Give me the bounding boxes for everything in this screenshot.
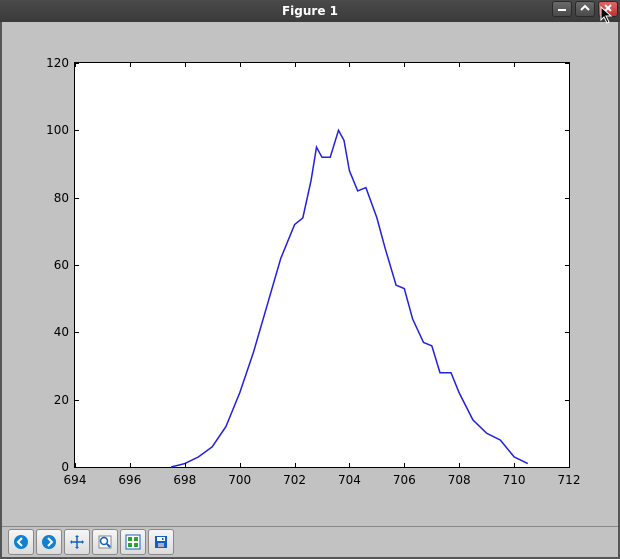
y-tick-label: 40 <box>54 325 69 339</box>
zoom-button[interactable] <box>92 529 118 555</box>
x-tick-label: 704 <box>338 473 361 487</box>
x-tick-label: 710 <box>503 473 526 487</box>
y-tick-label: 80 <box>54 191 69 205</box>
y-tick-label: 120 <box>46 56 69 70</box>
y-tick-label: 0 <box>61 460 69 474</box>
minimize-button[interactable] <box>552 1 572 17</box>
save-button[interactable] <box>148 529 174 555</box>
arrow-left-icon <box>13 534 29 550</box>
x-tick-label: 702 <box>283 473 306 487</box>
minimize-icon <box>557 4 567 15</box>
forward-button[interactable] <box>36 529 62 555</box>
subplots-icon <box>125 534 141 550</box>
window-title: Figure 1 <box>0 4 620 18</box>
titlebar[interactable]: Figure 1 <box>0 0 620 22</box>
canvas-area[interactable]: 0 20 40 60 80 100 120 694 696 698 700 702 704 706 708 7… <box>2 22 618 526</box>
x-tick-label: 694 <box>64 473 87 487</box>
client-area: 0 20 40 60 80 100 120 694 696 698 700 702 704 706 708 7… <box>0 22 620 559</box>
maximize-icon <box>580 4 590 15</box>
y-tick-label: 60 <box>54 258 69 272</box>
chart-svg <box>75 63 569 467</box>
x-tick-label: 706 <box>393 473 416 487</box>
x-tick-label: 698 <box>173 473 196 487</box>
arrow-right-icon <box>41 534 57 550</box>
y-tick-label: 20 <box>54 393 69 407</box>
x-tick-label: 696 <box>118 473 141 487</box>
pan-button[interactable] <box>64 529 90 555</box>
series-line <box>171 130 528 467</box>
plot-outer: 0 20 40 60 80 100 120 694 696 698 700 702 704 706 708 7… <box>12 42 588 506</box>
x-tick-label: 700 <box>228 473 251 487</box>
subplots-button[interactable] <box>120 529 146 555</box>
close-button[interactable] <box>598 1 618 17</box>
nav-toolbar <box>2 526 618 557</box>
line-chart: 0204060801001206946966987007027047067087… <box>74 62 570 468</box>
save-icon <box>153 534 169 550</box>
window-controls <box>552 1 618 17</box>
zoom-icon <box>97 534 113 550</box>
y-tick-label: 100 <box>46 123 69 137</box>
maximize-button[interactable] <box>575 1 595 17</box>
x-tick-label: 712 <box>558 473 581 487</box>
back-button[interactable] <box>8 529 34 555</box>
figure-window: Figure 1 <box>0 0 620 559</box>
x-tick-label: 708 <box>448 473 471 487</box>
close-icon <box>603 4 613 15</box>
move-icon <box>69 534 85 550</box>
